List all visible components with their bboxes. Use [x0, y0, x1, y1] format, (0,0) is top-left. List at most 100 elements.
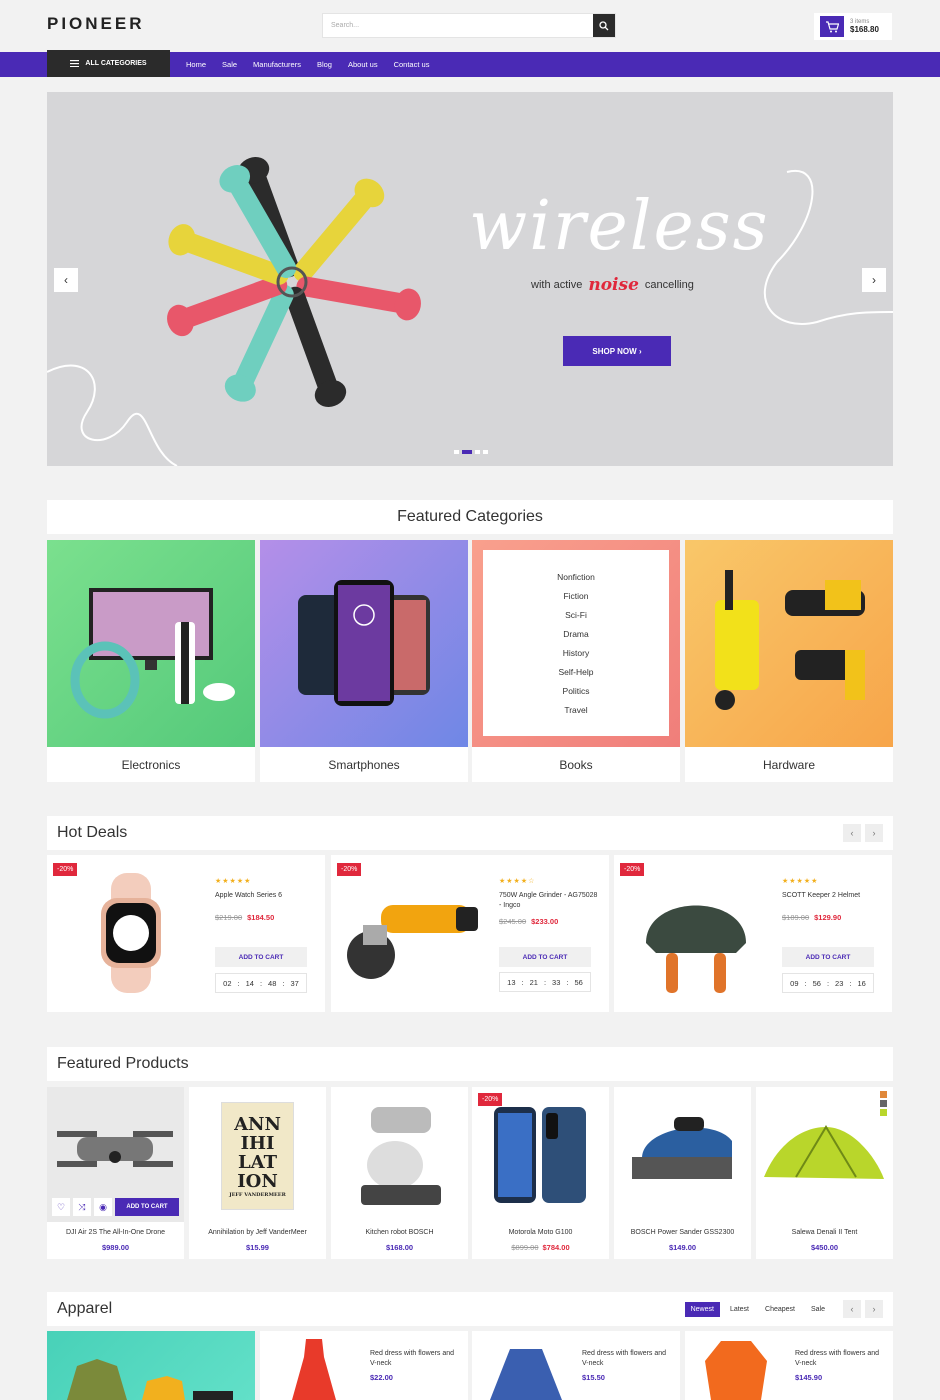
hero-sub-noise: noise — [588, 275, 639, 295]
product-card[interactable]: Kitchen robot BOSCH $168.00 — [331, 1087, 468, 1259]
add-to-cart-button[interactable]: ADD TO CART — [115, 1198, 179, 1216]
nav-contact[interactable]: Contact us — [394, 60, 430, 69]
main-nav: ALL CATEGORIES Home Sale Manufacturers B… — [0, 50, 940, 77]
book-cover-line: LAT — [237, 1152, 278, 1173]
slider-dot-active[interactable] — [462, 450, 472, 454]
product-price: $168.00 — [385, 1243, 414, 1252]
tab-sale[interactable]: Sale — [805, 1302, 831, 1317]
rating-stars: ★★★★☆ — [499, 878, 536, 885]
product-name[interactable]: Annihilation by Jeff VanderMeer — [189, 1229, 326, 1236]
menu-icon — [70, 60, 80, 67]
subcategory-link[interactable]: Drama — [563, 629, 589, 639]
nav-blog[interactable]: Blog — [317, 60, 332, 69]
subcategory-link[interactable]: Self-Help — [559, 667, 594, 677]
all-categories-button[interactable]: ALL CATEGORIES — [47, 50, 170, 77]
slider-next-button[interactable]: › — [862, 268, 886, 292]
product-name[interactable]: Apple Watch Series 6 — [215, 891, 315, 901]
slider-prev-button[interactable]: ‹ — [54, 268, 78, 292]
subcategory-link[interactable]: Travel — [564, 705, 587, 715]
category-card-smartphones[interactable]: Smartphones — [260, 540, 468, 782]
subcategory-link[interactable]: History — [563, 648, 589, 658]
product-card[interactable]: Red dress with flowers and V-neck $22.00 — [260, 1331, 468, 1400]
shop-now-label: SHOP NOW — [592, 346, 637, 356]
product-card[interactable]: Red dress with flowers and V-neck $15.50 — [472, 1331, 680, 1400]
shop-now-button[interactable]: SHOP NOW › — [563, 336, 671, 366]
subcategory-link[interactable]: Sci-Fi — [565, 610, 587, 620]
apparel-next-button[interactable]: › — [865, 1300, 883, 1318]
timer-days: 09 — [790, 978, 799, 988]
product-name[interactable]: Kitchen robot BOSCH — [331, 1229, 468, 1236]
slider-dot[interactable] — [475, 450, 480, 454]
add-to-cart-button[interactable]: ADD TO CART — [782, 947, 874, 967]
discount-badge: -20% — [337, 863, 362, 876]
apparel-banner[interactable] — [47, 1331, 255, 1400]
nav-manufacturers[interactable]: Manufacturers — [253, 60, 301, 69]
nav-sale[interactable]: Sale — [222, 60, 237, 69]
product-name[interactable]: 750W Angle Grinder - AG75028 - Ingco — [499, 891, 599, 911]
product-image — [705, 1341, 767, 1400]
tab-newest[interactable]: Newest — [684, 1301, 720, 1317]
sale-price: $184.50 — [247, 913, 275, 922]
search-bar[interactable]: Search... — [322, 13, 616, 38]
product-image — [292, 1339, 336, 1400]
search-input[interactable]: Search... — [331, 22, 359, 29]
category-card-electronics[interactable]: Electronics — [47, 540, 255, 782]
add-to-cart-button[interactable]: ADD TO CART — [215, 947, 307, 967]
category-card-books[interactable]: Nonfiction Fiction Sci-Fi Drama History … — [472, 540, 680, 782]
product-card[interactable]: ♡ ⤨ ◉ ADD TO CART DJI Air 2S The All-In-… — [47, 1087, 184, 1259]
slider-dot[interactable] — [483, 450, 488, 454]
product-name[interactable]: Salewa Denali II Tent — [756, 1229, 893, 1236]
search-button[interactable] — [593, 14, 615, 37]
cart-widget[interactable]: 3 items $168.80 — [814, 13, 892, 40]
apparel-prev-button[interactable]: ‹ — [843, 1300, 861, 1318]
product-name[interactable]: SCOTT Keeper 2 Helmet — [782, 891, 882, 901]
product-card[interactable]: BOSCH Power Sander GSS2300 $149.00 — [614, 1087, 751, 1259]
product-price: $145.90 — [795, 1373, 823, 1382]
deal-card[interactable]: -20% ★★★★★ SCOTT Keeper 2 Helmet $189.00… — [614, 855, 892, 1012]
site-logo[interactable]: PIONEER — [47, 14, 145, 34]
product-card[interactable]: Salewa Denali II Tent $450.00 — [756, 1087, 893, 1259]
category-card-hardware[interactable]: Hardware — [685, 540, 893, 782]
tab-latest[interactable]: Latest — [724, 1302, 755, 1317]
wishlist-icon[interactable]: ♡ — [52, 1198, 70, 1216]
product-card[interactable]: Red dress with flowers and V-neck $145.9… — [685, 1331, 893, 1400]
subcategory-link[interactable]: Fiction — [563, 591, 588, 601]
rating-stars: ★★★★★ — [215, 878, 252, 885]
tab-cheapest[interactable]: Cheapest — [759, 1302, 801, 1317]
nav-about[interactable]: About us — [348, 60, 378, 69]
slider-dot[interactable] — [454, 450, 459, 454]
product-name[interactable]: DJI Air 2S The All-In-One Drone — [47, 1229, 184, 1236]
deal-card[interactable]: -20% ★★★★☆ 750W Angle Grinder - AG75028 … — [331, 855, 609, 1012]
quick-view-icon[interactable]: ◉ — [94, 1198, 112, 1216]
deal-card[interactable]: -20% ★★★★★ Apple Watch Series 6 $219.00 $… — [47, 855, 325, 1012]
timer-seconds: 56 — [574, 977, 583, 987]
product-name[interactable]: Red dress with flowers and V-neck — [582, 1349, 672, 1369]
hero-subtitle: with active noise cancelling — [531, 275, 694, 295]
color-swatch[interactable] — [880, 1100, 887, 1107]
chevron-right-icon: › — [872, 273, 876, 287]
hero-slider: wireless with active noise cancelling SH… — [47, 92, 893, 466]
add-to-cart-button[interactable]: ADD TO CART — [499, 947, 591, 967]
color-swatch[interactable] — [880, 1109, 887, 1116]
product-image — [646, 905, 746, 993]
product-image — [331, 1087, 468, 1222]
product-card[interactable]: -20% Motorola Moto G100 $899.00 $784.00 — [472, 1087, 609, 1259]
deals-prev-button[interactable]: ‹ — [843, 824, 861, 842]
timer-hours: 14 — [245, 978, 254, 988]
product-name[interactable]: Red dress with flowers and V-neck — [795, 1349, 885, 1369]
deals-next-button[interactable]: › — [865, 824, 883, 842]
color-swatch[interactable] — [880, 1091, 887, 1098]
book-cover-line: ION — [237, 1171, 278, 1192]
nav-home[interactable]: Home — [186, 60, 206, 69]
compare-icon[interactable]: ⤨ — [73, 1198, 91, 1216]
subcategory-link[interactable]: Nonfiction — [557, 572, 595, 582]
product-price: $899.00 $784.00 — [472, 1243, 609, 1252]
product-name[interactable]: Red dress with flowers and V-neck — [370, 1349, 460, 1369]
subcategory-link[interactable]: Politics — [563, 686, 590, 696]
product-card[interactable]: ANN IHI LAT ION JEFF VANDERMEER Annihila… — [189, 1087, 326, 1259]
product-price: $15.50 — [582, 1373, 605, 1382]
product-name[interactable]: BOSCH Power Sander GSS2300 — [614, 1229, 751, 1236]
books-subcategory-list: Nonfiction Fiction Sci-Fi Drama History … — [483, 550, 669, 736]
banner-image — [67, 1359, 233, 1400]
product-name[interactable]: Motorola Moto G100 — [472, 1229, 609, 1236]
